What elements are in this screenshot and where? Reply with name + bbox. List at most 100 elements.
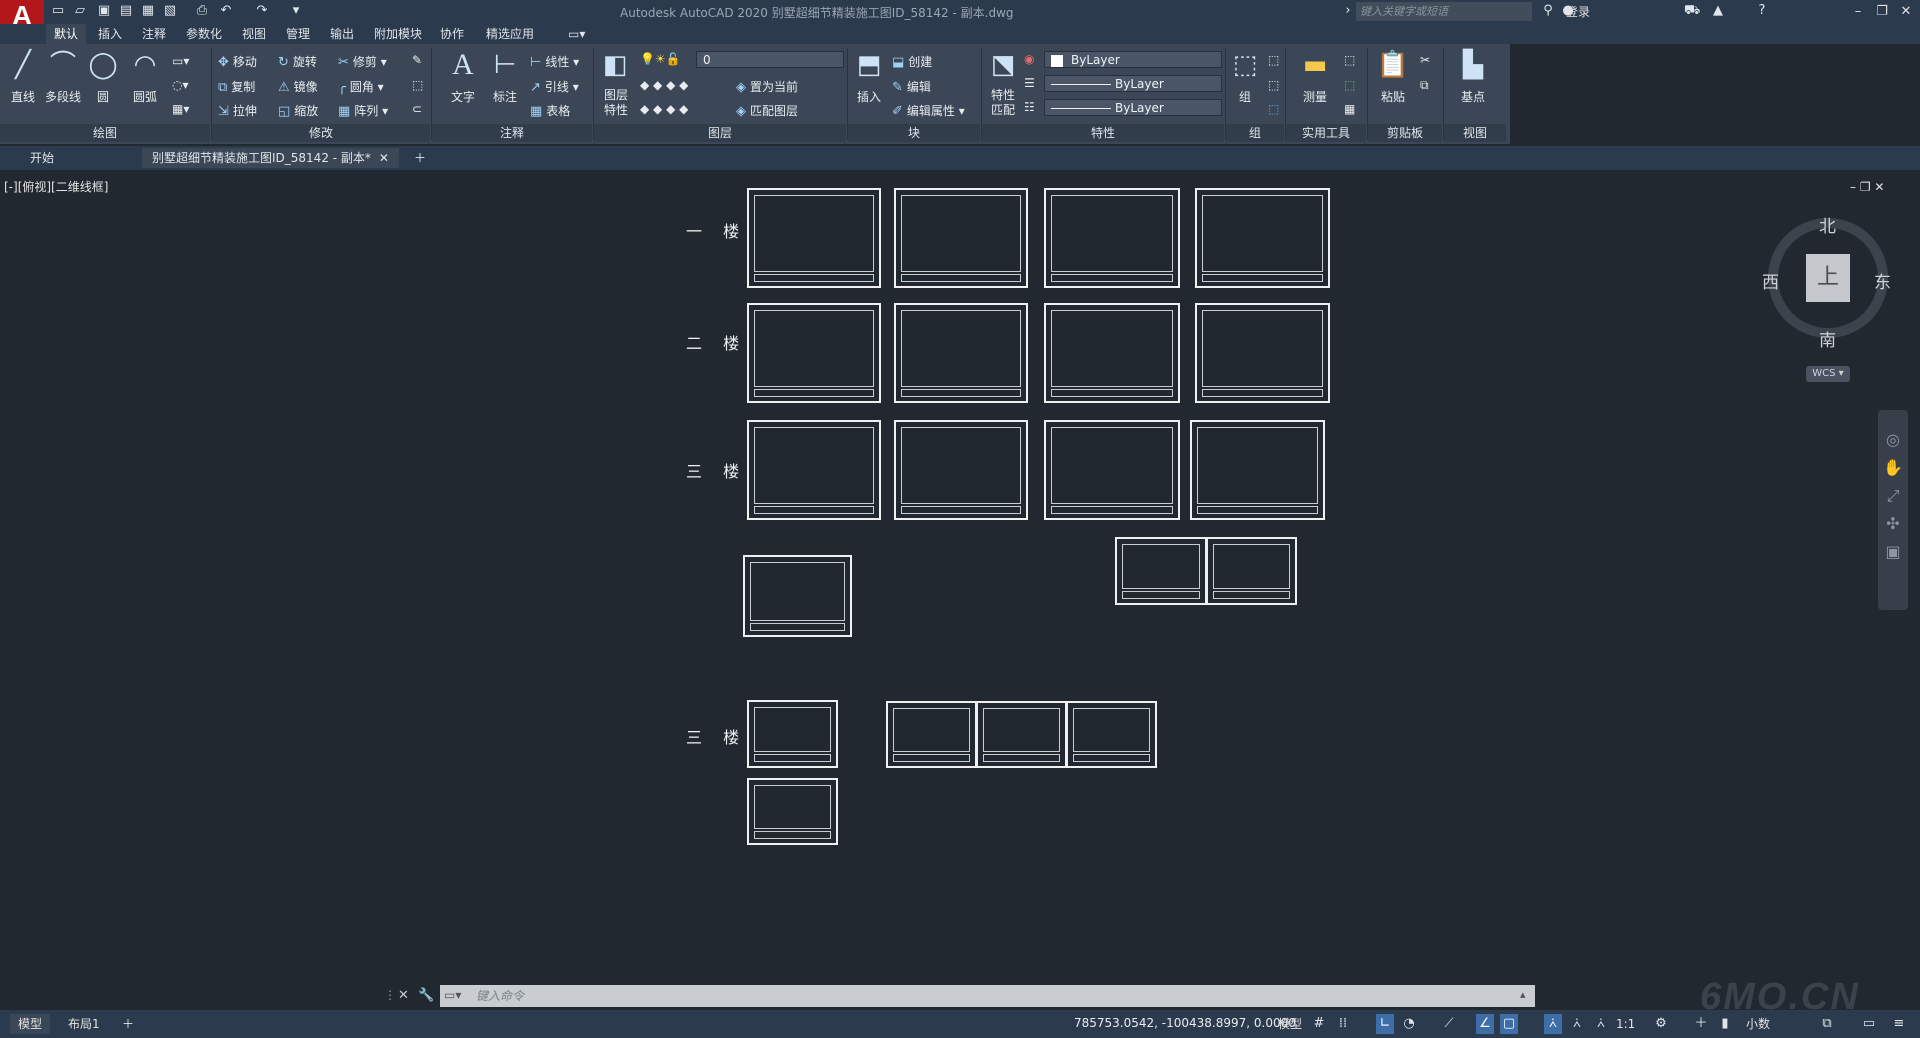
match-layer-button[interactable]: ◈ 匹配图层 xyxy=(736,102,798,119)
arc-button[interactable]: 圆弧 xyxy=(128,88,162,105)
zoom-extents-icon[interactable]: ⤢ xyxy=(1878,482,1908,510)
group-edit-icon[interactable]: ⬚ xyxy=(1268,78,1279,92)
wcs-menu[interactable]: WCS ▾ xyxy=(1806,366,1850,382)
text-button[interactable]: 文字 xyxy=(446,88,480,105)
stretch-button[interactable]: ⇲ 拉伸 xyxy=(218,102,257,119)
leader-button[interactable]: ↗ 引线 ▾ xyxy=(530,78,579,95)
dimension-icon[interactable]: ⊢ xyxy=(488,50,522,80)
layer-dropdown[interactable]: 0 xyxy=(696,51,844,68)
copy-button[interactable]: ⧉ 复制 xyxy=(218,78,255,95)
viewport-window-controls[interactable]: – ❐ ✕ xyxy=(1850,180,1884,194)
cmd-close-icon[interactable]: ✕ xyxy=(398,988,409,1003)
panel-utilities-label[interactable]: 实用工具 xyxy=(1286,124,1366,142)
save-as-icon[interactable]: ▤ xyxy=(118,3,134,19)
drawing-sheet[interactable] xyxy=(747,303,881,403)
drawing-sheet[interactable] xyxy=(894,303,1028,403)
drawing-sheet[interactable] xyxy=(743,555,852,637)
drawing-sheet[interactable] xyxy=(1044,420,1180,520)
circle-icon[interactable]: ◯ xyxy=(86,50,120,80)
panel-layers-label[interactable]: 图层 xyxy=(594,124,846,142)
login-button[interactable]: 登录 xyxy=(1566,3,1590,20)
explode-icon[interactable]: ⬚ xyxy=(412,78,423,92)
paste-icon[interactable]: 📋 xyxy=(1376,50,1410,80)
quick-properties-icon[interactable]: ⧉ xyxy=(1818,1014,1836,1034)
command-line[interactable] xyxy=(440,985,1535,1007)
tab-parametric[interactable]: 参数化 xyxy=(178,24,230,44)
tab-insert[interactable]: 插入 xyxy=(90,24,130,44)
table-button[interactable]: ▦ 表格 xyxy=(530,102,570,119)
mirror-button[interactable]: ⚠ 镜像 xyxy=(278,78,318,95)
panel-block-label[interactable]: 块 xyxy=(848,124,980,142)
fillet-button[interactable]: ╭ 圆角 ▾ xyxy=(338,78,384,95)
drawing-sheet[interactable] xyxy=(976,701,1067,768)
panel-draw-label[interactable]: 绘图 xyxy=(0,124,210,142)
layer-properties-icon[interactable]: ◧ xyxy=(598,50,632,80)
drawing-sheet[interactable] xyxy=(747,778,838,845)
linetype-dropdown[interactable]: ByLayer xyxy=(1044,75,1222,92)
panel-modify-label[interactable]: 修改 xyxy=(212,124,430,142)
close-tab-icon[interactable]: ✕ xyxy=(379,151,389,165)
save-icon[interactable]: ▣ xyxy=(96,3,112,19)
redo-icon[interactable]: ↷ xyxy=(254,3,270,19)
showmotion-icon[interactable]: ▣ xyxy=(1878,538,1908,566)
text-icon[interactable]: A xyxy=(446,50,480,80)
compass-east[interactable]: 东 xyxy=(1874,268,1891,293)
layer-tools-row1[interactable]: ◆ ◆ ◆ ◆ xyxy=(640,78,688,92)
array-button[interactable]: ▦ 阵列 ▾ xyxy=(338,102,388,119)
edit-attributes-button[interactable]: ✐ 编辑属性 ▾ xyxy=(892,102,965,119)
trim-button[interactable]: ✂ 修剪 ▾ xyxy=(338,53,387,70)
osnap-icon[interactable]: ▢ xyxy=(1500,1014,1518,1034)
lineweight-dropdown[interactable]: ByLayer xyxy=(1044,99,1222,116)
quick-select-icon[interactable]: ⬚ xyxy=(1344,53,1355,67)
model-space-button[interactable]: 模型 xyxy=(1274,1014,1306,1034)
color-wheel-icon[interactable]: ◉ xyxy=(1024,52,1034,66)
ortho-icon[interactable]: ∟ xyxy=(1376,1014,1394,1034)
hatch-icon[interactable]: ◌▾ xyxy=(172,78,189,92)
tab-layout1[interactable]: 布局1 xyxy=(60,1014,108,1034)
ungroup-icon[interactable]: ⬚ xyxy=(1268,53,1279,67)
drawing-sheet[interactable] xyxy=(1195,188,1330,288)
color-dropdown[interactable]: ByLayer xyxy=(1044,51,1222,68)
cut-icon[interactable]: ✂ xyxy=(1420,53,1430,67)
compass-south[interactable]: 南 xyxy=(1819,326,1836,351)
coordinates-readout[interactable]: 785753.0542, -100438.8997, 0.0000 xyxy=(1074,1016,1296,1030)
base-point-icon[interactable]: ▙ xyxy=(1456,50,1490,80)
panel-groups-label[interactable]: 组 xyxy=(1226,124,1284,142)
panel-properties-label[interactable]: 特性 xyxy=(982,124,1224,142)
dimension-button[interactable]: 标注 xyxy=(488,88,522,105)
scale-dropdown[interactable]: 1:1 xyxy=(1614,1014,1637,1034)
insert-button[interactable]: 插入 xyxy=(852,88,886,105)
boundary-icon[interactable]: ▦▾ xyxy=(172,102,189,116)
tab-document[interactable]: 别墅超细节精装施工图ID_58142 - 副本* ✕ xyxy=(142,148,399,168)
drawing-sheet[interactable] xyxy=(747,188,881,288)
insert-block-icon[interactable]: ⬒ xyxy=(852,50,886,80)
drawing-sheet[interactable] xyxy=(894,420,1028,520)
units-icon[interactable]: ▮ xyxy=(1716,1014,1734,1034)
cmd-history-icon[interactable]: ▴ xyxy=(1520,988,1526,1001)
drawing-sheet[interactable] xyxy=(1195,303,1330,403)
drawing-sheet[interactable] xyxy=(747,700,838,768)
web-mobile-icon[interactable]: ▦ xyxy=(140,3,156,19)
search-input[interactable]: 键入关键字或短语 xyxy=(1356,2,1532,21)
line-icon[interactable]: ╱ xyxy=(6,50,40,80)
drawing-sheet[interactable] xyxy=(747,420,881,520)
match-properties-icon[interactable]: ⬔ xyxy=(986,50,1020,80)
polar-icon[interactable]: ◔ xyxy=(1400,1014,1418,1034)
snap-icon[interactable]: ⁞⁞ xyxy=(1334,1014,1352,1034)
move-button[interactable]: ✥ 移动 xyxy=(218,53,257,70)
circle-button[interactable]: 圆 xyxy=(86,88,120,105)
close-button[interactable]: ✕ xyxy=(1894,2,1918,22)
help-icon[interactable]: ? xyxy=(1754,3,1770,19)
set-current-button[interactable]: ◈ 置为当前 xyxy=(736,78,798,95)
annotation-monitor-icon[interactable]: ＋ xyxy=(1692,1014,1710,1034)
command-input[interactable]: 键入命令 xyxy=(476,985,524,1007)
edit-block-button[interactable]: ✎ 编辑 xyxy=(892,78,931,95)
rectangle-icon[interactable]: ▭▾ xyxy=(172,54,189,68)
cart-icon[interactable]: ⛟ xyxy=(1684,3,1700,19)
tab-addins[interactable]: 附加模块 xyxy=(366,24,430,44)
tab-default[interactable]: 默认 xyxy=(46,24,87,44)
copy-clip-icon[interactable]: ⧉ xyxy=(1420,78,1429,93)
tab-view[interactable]: 视图 xyxy=(234,24,274,44)
line-button[interactable]: 直线 xyxy=(6,88,40,105)
compass-north[interactable]: 北 xyxy=(1819,212,1836,237)
